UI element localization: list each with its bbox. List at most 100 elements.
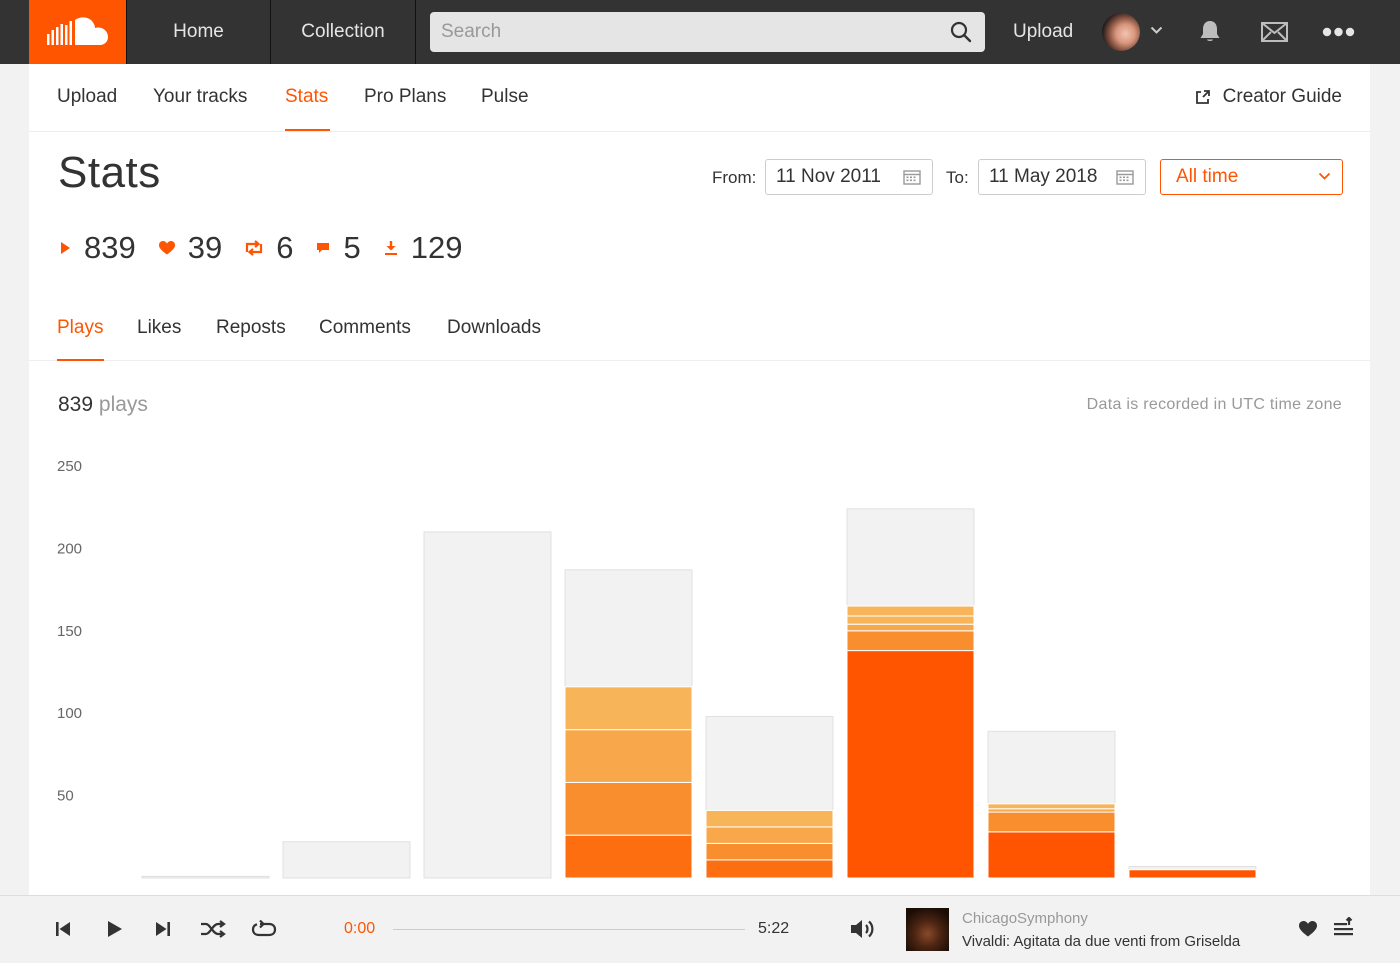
queue-icon[interactable] [1333, 917, 1355, 939]
chart-bar-2[interactable] [282, 841, 411, 879]
bar-stack-segment [705, 809, 834, 828]
chart-bar-5[interactable] [705, 715, 834, 879]
comment-icon [317, 243, 330, 253]
bar-stack-segment [846, 650, 975, 879]
current-time: 0:00 [344, 920, 376, 937]
creator-guide-link[interactable]: Creator Guide [1195, 86, 1342, 108]
stat-likes: 39 [158, 230, 222, 266]
volume-icon[interactable] [849, 917, 877, 941]
nav-home[interactable]: Home [126, 0, 271, 64]
from-label: From: [712, 168, 757, 187]
active-tab-indicator [57, 359, 104, 361]
subnav-pulse[interactable]: Pulse [481, 86, 529, 108]
chevron-down-icon [1318, 172, 1331, 180]
active-subnav-indicator [285, 129, 330, 131]
plays-chart: 250 200 150 100 50 [57, 458, 1257, 879]
calendar-icon[interactable] [1116, 169, 1134, 185]
bar-stack-segment [705, 826, 834, 844]
repeat-icon[interactable] [251, 920, 277, 938]
bar-stack-segment [564, 686, 693, 731]
bar-stack-segment [846, 630, 975, 652]
bar-stack-segment [564, 729, 693, 783]
from-date-field[interactable]: 11 Nov 2011 [765, 159, 933, 195]
bar-stack-segment [1128, 869, 1257, 879]
bell-icon[interactable] [1199, 19, 1221, 43]
external-link-icon [1195, 90, 1210, 104]
tab-likes[interactable]: Likes [137, 317, 181, 339]
stat-downloads: 129 [383, 230, 463, 266]
next-icon[interactable] [154, 920, 172, 938]
y-tick-label: 250 [57, 458, 82, 475]
to-date-value: 11 May 2018 [989, 166, 1098, 187]
track-title[interactable]: Vivaldi: Agitata da due venti from Grise… [962, 933, 1240, 950]
time-range-select[interactable]: All time [1160, 159, 1343, 195]
search-input[interactable] [430, 12, 985, 52]
bar-total-segment [423, 531, 552, 879]
bar-stack-segment [846, 623, 975, 632]
total-time: 5:22 [758, 920, 790, 937]
previous-icon[interactable] [54, 920, 72, 938]
likes-count: 39 [187, 230, 223, 265]
bar-stack-segment [705, 859, 834, 879]
more-icon[interactable] [1322, 26, 1355, 38]
bar-stack-segment [705, 842, 834, 861]
chart-bar-4[interactable] [564, 569, 693, 879]
from-date-value: 11 Nov 2011 [776, 166, 881, 187]
chart-bar-8[interactable] [1128, 865, 1257, 879]
bar-stack-segment [987, 803, 1116, 810]
soundcloud-logo[interactable] [29, 0, 126, 64]
header-upload-link[interactable]: Upload [1013, 0, 1073, 64]
subnav-stats[interactable]: Stats [285, 86, 328, 108]
avatar[interactable] [1102, 13, 1140, 51]
chart-bar-6[interactable] [846, 508, 975, 879]
album-art[interactable] [906, 908, 949, 951]
search-box[interactable] [430, 12, 985, 52]
bar-total-segment [141, 875, 270, 879]
y-tick-label: 100 [57, 705, 82, 722]
repost-icon [246, 240, 263, 256]
to-date-field[interactable]: 11 May 2018 [978, 159, 1146, 195]
nav-collection[interactable]: Collection [271, 0, 416, 64]
stats-summary: 839 39 6 5 129 [58, 230, 484, 266]
stat-plays: 839 [58, 230, 136, 266]
subnav-pro-plans[interactable]: Pro Plans [364, 86, 446, 108]
track-artist[interactable]: ChicagoSymphony [962, 910, 1088, 927]
chart-bar-3[interactable] [423, 531, 552, 879]
tab-downloads[interactable]: Downloads [447, 317, 541, 339]
y-tick-label: 150 [57, 623, 82, 640]
player-bar: 0:00 5:22 ChicagoSymphony Vivaldi: Agita… [0, 895, 1400, 963]
progress-bar[interactable] [393, 929, 745, 930]
chart-bar-7[interactable] [987, 730, 1116, 879]
calendar-icon[interactable] [903, 169, 921, 185]
mail-icon[interactable] [1261, 22, 1288, 42]
bar-stack-segment [846, 605, 975, 617]
to-label: To: [946, 168, 969, 187]
chart-bar-1[interactable] [141, 875, 270, 879]
tab-comments[interactable]: Comments [319, 317, 411, 339]
subnav-upload[interactable]: Upload [57, 86, 117, 108]
bar-total-segment [282, 841, 411, 879]
total-plays-count: 839 [58, 393, 94, 416]
sub-navigation: Upload Your tracks Stats Pro Plans Pulse… [29, 64, 1370, 132]
chevron-down-icon[interactable] [1150, 26, 1163, 35]
y-tick-label: 200 [57, 540, 82, 557]
tab-plays[interactable]: Plays [57, 317, 103, 339]
comments-count: 5 [343, 230, 361, 265]
bar-stack-segment [987, 811, 1116, 833]
play-icon[interactable] [105, 920, 123, 938]
subnav-your-tracks[interactable]: Your tracks [153, 86, 247, 108]
heart-icon [158, 241, 175, 255]
content-panel: Upload Your tracks Stats Pro Plans Pulse… [29, 64, 1370, 895]
plays-count: 839 [84, 230, 136, 265]
shuffle-icon[interactable] [200, 920, 226, 938]
tab-reposts[interactable]: Reposts [216, 317, 286, 339]
heart-icon[interactable] [1298, 920, 1318, 938]
utc-note: Data is recorded in UTC time zone [1086, 396, 1342, 413]
time-range-value: All time [1176, 166, 1239, 187]
downloads-count: 129 [410, 230, 463, 265]
page-title: Stats [58, 148, 161, 197]
search-icon[interactable] [950, 21, 972, 43]
play-icon [61, 242, 70, 254]
stat-reposts: 6 [244, 230, 293, 266]
bar-stack-segment [564, 781, 693, 836]
